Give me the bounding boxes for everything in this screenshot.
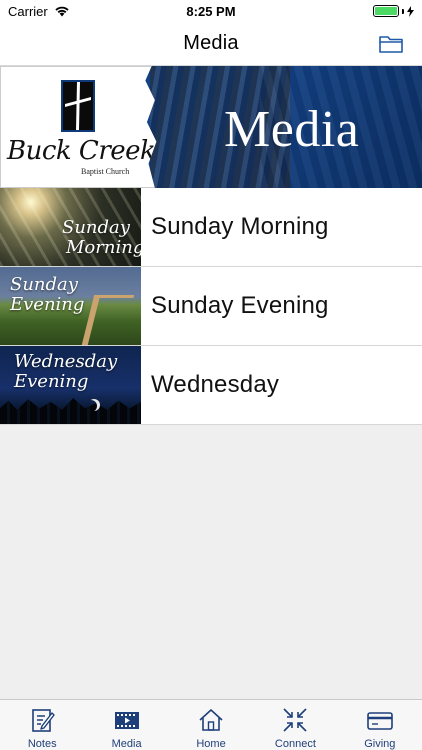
sunday-morning-thumbnail: Sunday Morning [0, 188, 141, 266]
battery-cap [402, 8, 404, 14]
sunday-evening-thumbnail: Sunday Evening [0, 267, 141, 345]
thumbnail-title-line1: Sunday [62, 217, 130, 238]
thumbnail-title-line1: Wednesday [14, 351, 118, 372]
media-item-label: Sunday Evening [151, 292, 329, 319]
thumbnail-title-line2: Evening [14, 371, 89, 392]
tab-label: Media [111, 738, 142, 750]
thumbnail-fence [81, 295, 135, 345]
tab-label: Giving [364, 738, 396, 750]
tab-home[interactable]: Home [169, 700, 253, 750]
media-item-sunday-morning[interactable]: Sunday Morning Sunday Morning [0, 188, 422, 267]
tab-label: Notes [27, 738, 57, 750]
church-subtitle: Baptist Church [81, 167, 130, 176]
wednesday-evening-thumbnail: Wednesday Evening [0, 346, 141, 424]
media-item-label: Wednesday [151, 371, 280, 398]
media-item-sunday-evening[interactable]: Sunday Evening Sunday Evening [0, 267, 422, 346]
thumbnail-title-line1: Sunday [10, 274, 78, 295]
carrier-label: Carrier [8, 3, 48, 19]
media-item-label: Sunday Morning [151, 213, 329, 240]
status-right [373, 5, 414, 17]
tab-giving[interactable]: Giving [338, 700, 422, 750]
card-icon [367, 712, 393, 730]
thumbnail-title-line2: Evening [10, 294, 85, 315]
tab-bar: Notes Media Home Connect Giving [0, 699, 422, 750]
wifi-icon [55, 6, 69, 17]
tab-label: Home [196, 738, 226, 750]
folder-icon [379, 36, 403, 53]
thumbnail-title-line2: Morning [66, 237, 141, 258]
status-left: Carrier [8, 4, 70, 19]
church-logo-panel: Buck Creek Baptist Church [0, 66, 157, 188]
connect-icon [283, 708, 307, 732]
home-icon [199, 709, 223, 731]
moon-icon [85, 400, 97, 412]
media-item-wednesday[interactable]: Wednesday Evening Wednesday [0, 346, 422, 425]
tab-label: Connect [274, 738, 316, 750]
tab-media[interactable]: Media [84, 700, 168, 750]
tab-notes[interactable]: Notes [0, 700, 84, 750]
media-list: Sunday Morning Sunday Morning Sunday Eve… [0, 188, 422, 425]
church-logo-icon [61, 80, 95, 132]
charging-bolt-icon [407, 5, 414, 17]
navigation-bar: Media [0, 22, 422, 66]
film-icon [114, 712, 139, 729]
folder-button[interactable] [378, 31, 404, 57]
battery-icon [373, 5, 399, 17]
banner-title: Media [224, 101, 360, 158]
media-banner: Buck Creek Baptist Church Media [0, 66, 422, 188]
page-title: Media [183, 32, 239, 54]
thumbnail-trees [0, 398, 141, 424]
status-bar: Carrier 8:25 PM [0, 0, 422, 22]
tab-connect[interactable]: Connect [253, 700, 337, 750]
notes-icon [32, 709, 55, 732]
church-name: Buck Creek [7, 136, 156, 166]
